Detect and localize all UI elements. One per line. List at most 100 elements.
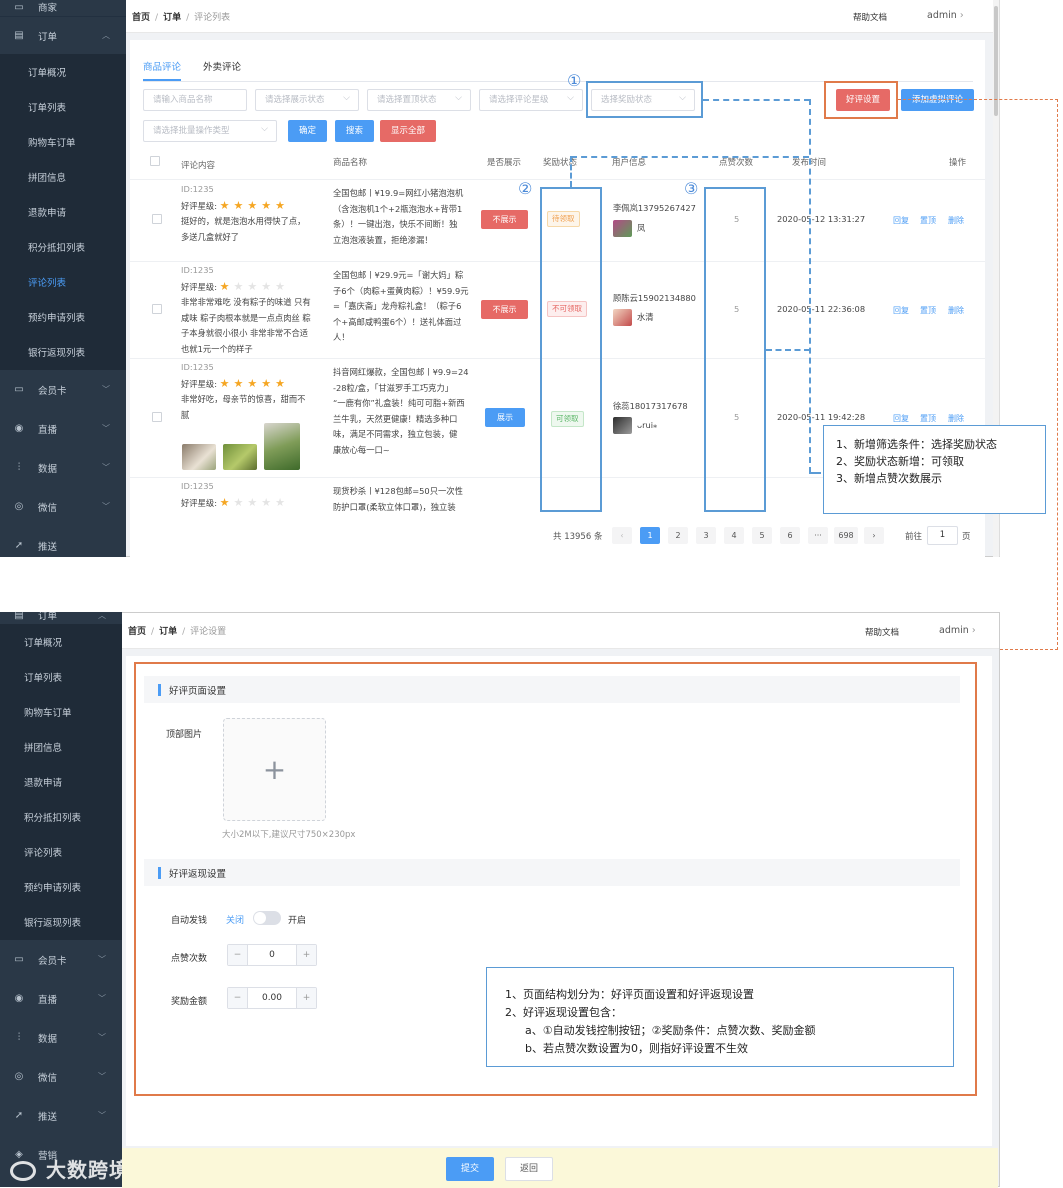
product-line: 子6个（肉粽+蛋黄肉粽）！¥59.9元 (333, 285, 469, 296)
sidebar-item-wechat[interactable]: ◎ 微信 ﹀ (0, 487, 126, 526)
page-button[interactable]: 4 (724, 527, 744, 544)
batch-type-select[interactable]: 请选择批量操作类型 (143, 119, 277, 142)
help-docs-link[interactable]: 帮助文档 (865, 626, 899, 638)
sidebar-item-group-buy[interactable]: 拼团信息 (0, 729, 122, 764)
tab-delivery-reviews[interactable]: 外卖评论 (203, 59, 241, 79)
next-page-button[interactable]: › (864, 527, 884, 544)
annotation-marker-3: ③ (684, 179, 699, 198)
sidebar-item-cart-orders[interactable]: 购物车订单 (0, 124, 126, 159)
sidebar-item-bank-cashback[interactable]: 银行返现列表 (0, 904, 122, 940)
page-button[interactable]: 5 (752, 527, 772, 544)
review-photo[interactable] (264, 423, 300, 470)
review-photo[interactable] (223, 444, 257, 470)
page-button[interactable]: 3 (696, 527, 716, 544)
page-button[interactable]: 6 (780, 527, 800, 544)
sidebar-item-cart-orders[interactable]: 购物车订单 (0, 694, 122, 729)
sidebar-item-appointments[interactable]: 预约申请列表 (0, 869, 122, 904)
tab-product-reviews[interactable]: 商品评论 (143, 59, 182, 81)
hide-button[interactable]: 不展示 (481, 210, 528, 229)
page-button[interactable]: 1 (640, 527, 660, 544)
pin-link[interactable]: 置顶 (920, 305, 936, 316)
publish-time: 2020-05-12 13:31:27 (777, 214, 866, 224)
likes-stepper[interactable]: − 0 + (227, 944, 317, 966)
product-name-input[interactable]: 请输入商品名称 (143, 89, 247, 111)
confirm-button[interactable]: 确定 (288, 120, 327, 142)
sidebar-item-data[interactable]: ⫶ 数据 ﹀ (0, 1018, 122, 1057)
prev-page-button[interactable]: ‹ (612, 527, 632, 544)
star-icon: ★ (261, 495, 272, 509)
sidebar-item-member-card[interactable]: ▭ 会员卡 ﹀ (0, 940, 122, 979)
annotation-box-likes-column (704, 187, 766, 512)
amount-stepper[interactable]: − 0.00 + (227, 987, 317, 1009)
pin-link[interactable]: 置顶 (920, 215, 936, 226)
select-all-checkbox[interactable] (150, 156, 160, 166)
delete-link[interactable]: 删除 (948, 413, 964, 424)
back-button[interactable]: 返回 (505, 1157, 553, 1181)
sidebar-item-bank-cashback[interactable]: 银行返现列表 (0, 334, 126, 370)
show-button[interactable]: 展示 (485, 408, 525, 427)
sidebar-item-member-card[interactable]: ▭ 会员卡 ﹀ (0, 370, 126, 409)
delete-link[interactable]: 删除 (948, 215, 964, 226)
display-status-select[interactable]: 请选择展示状态 (255, 88, 359, 111)
sidebar-item-data[interactable]: ⫶ 数据 ﹀ (0, 448, 126, 487)
help-docs-link[interactable]: 帮助文档 (853, 11, 887, 23)
sidebar-item-refunds[interactable]: 退款申请 (0, 194, 126, 229)
sidebar-item-push[interactable]: ➚ 推送 ﹀ (0, 1096, 122, 1135)
sidebar-item-orders[interactable]: ▤ 订单 ︿ (0, 612, 122, 624)
sidebar-item-live[interactable]: ◉ 直播 ﹀ (0, 979, 122, 1018)
increment-button[interactable]: + (296, 945, 316, 965)
admin-menu[interactable]: admin › (939, 625, 976, 636)
search-button[interactable]: 搜索 (335, 120, 374, 142)
page-button[interactable]: 2 (668, 527, 688, 544)
auto-pay-toggle[interactable] (253, 911, 281, 925)
sidebar-item-order-overview[interactable]: 订单概况 (0, 54, 126, 89)
likes-value[interactable]: 0 (248, 945, 296, 965)
admin-menu[interactable]: admin › (927, 10, 964, 21)
toggle-on-label: 开启 (288, 916, 307, 926)
rating-select[interactable]: 请选择评论星级 (479, 88, 583, 111)
sidebar-item-order-overview[interactable]: 订单概况 (0, 624, 122, 659)
sidebar-item-points[interactable]: 积分抵扣列表 (0, 229, 126, 264)
increment-button[interactable]: + (296, 988, 316, 1008)
sidebar-item-appointments[interactable]: 预约申请列表 (0, 299, 126, 334)
reply-link[interactable]: 回复 (893, 215, 909, 226)
sidebar-item-group-buy[interactable]: 拼团信息 (0, 159, 126, 194)
product-line: 现货秒杀丨¥128包邮=50只一次性 (333, 486, 463, 496)
breadcrumb-section[interactable]: 订单 (163, 13, 181, 23)
upload-image-button[interactable]: + (223, 718, 326, 821)
sidebar-item-order-list[interactable]: 订单列表 (0, 659, 122, 694)
pin-link[interactable]: 置顶 (920, 413, 936, 424)
sidebar-item-order-list[interactable]: 订单列表 (0, 89, 126, 124)
row-checkbox[interactable] (152, 304, 162, 314)
sidebar-item-push[interactable]: ➚ 推送 (0, 526, 126, 557)
decrement-button[interactable]: − (228, 945, 248, 965)
page-ellipsis[interactable]: ··· (808, 527, 828, 544)
sidebar-item-refunds[interactable]: 退款申请 (0, 764, 122, 799)
sidebar-item-wechat[interactable]: ◎ 微信 ﹀ (0, 1057, 122, 1096)
page-button[interactable]: 698 (834, 527, 858, 544)
sidebar-item-store[interactable]: ▭ 商家 (0, 0, 126, 16)
sidebar-item-live[interactable]: ◉ 直播 ﹀ (0, 409, 126, 448)
top-status-select[interactable]: 请选择置顶状态 (367, 88, 471, 111)
sidebar-item-points[interactable]: 积分抵扣列表 (0, 799, 122, 834)
amount-value[interactable]: 0.00 (248, 988, 296, 1008)
breadcrumb-home[interactable]: 首页 (132, 13, 150, 23)
decrement-button[interactable]: − (228, 988, 248, 1008)
reply-link[interactable]: 回复 (893, 305, 909, 316)
review-photo[interactable] (182, 444, 216, 470)
avatar (613, 309, 632, 326)
breadcrumb-home[interactable]: 首页 (128, 627, 146, 637)
delete-link[interactable]: 删除 (948, 305, 964, 316)
submit-button[interactable]: 提交 (446, 1157, 494, 1181)
goto-page-input[interactable]: 1 (927, 526, 958, 545)
add-fake-review-button[interactable]: 添加虚拟评论 (901, 89, 974, 111)
row-checkbox[interactable] (152, 214, 162, 224)
reply-link[interactable]: 回复 (893, 413, 909, 424)
sidebar-item-orders[interactable]: ▤ 订单 ︿ (0, 16, 126, 54)
row-checkbox[interactable] (152, 412, 162, 422)
breadcrumb-section[interactable]: 订单 (159, 627, 177, 637)
sidebar-item-reviews[interactable]: 评论列表 (0, 264, 126, 299)
show-all-button[interactable]: 显示全部 (380, 120, 436, 142)
sidebar-item-reviews[interactable]: 评论列表 (0, 834, 122, 869)
hide-button[interactable]: 不展示 (481, 300, 528, 319)
